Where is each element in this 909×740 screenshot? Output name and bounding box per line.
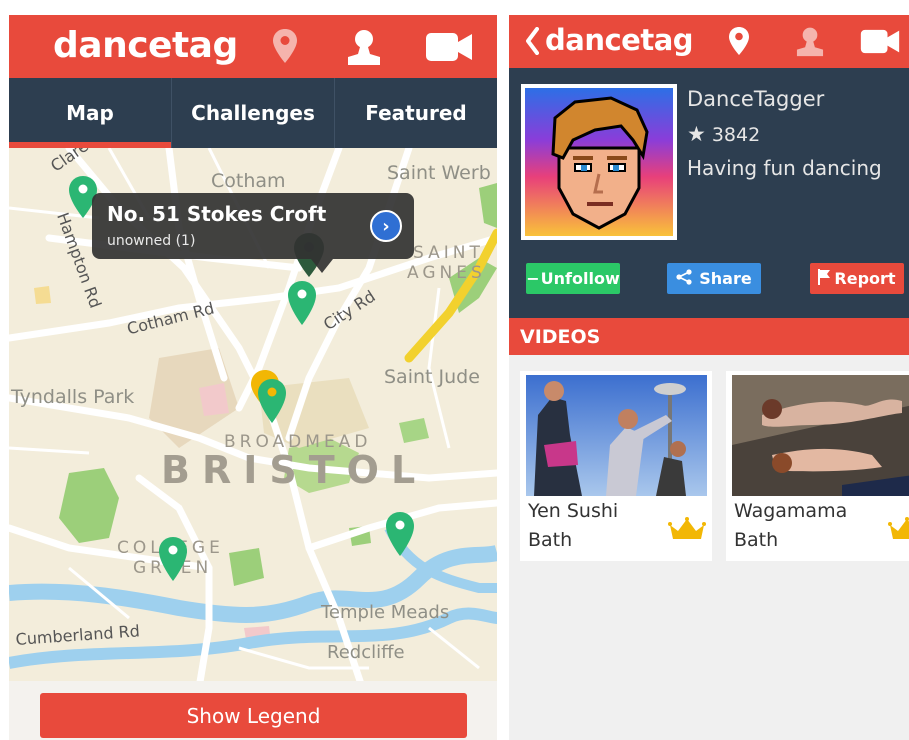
map-label-redcliffe: Redcliffe (327, 642, 405, 663)
video-camera-icon[interactable] (425, 32, 473, 66)
star-count: 3842 (711, 124, 761, 146)
star-icon: ★ (687, 122, 706, 146)
crown-icon (888, 517, 909, 545)
map-label-saint-jude: Saint Jude (384, 366, 480, 388)
profile-screen: dancetag DanceTagger ★ 3842 Having fun d… (509, 15, 909, 740)
map-label-saint: SAINT (413, 243, 484, 263)
map-label-temple-meads: Temple Meads (321, 602, 450, 623)
map-callout[interactable]: No. 51 Stokes Croft unowned (1) › (92, 193, 414, 259)
map-label-saint-werb: Saint Werb (387, 162, 491, 184)
tab-challenges[interactable]: Challenges (172, 78, 335, 148)
user-icon[interactable] (795, 26, 825, 61)
video-title: Yen Sushi (528, 500, 619, 522)
profile-stars: ★ 3842 (687, 122, 760, 146)
callout-subtitle: unowned (1) (107, 233, 196, 249)
user-icon[interactable] (346, 28, 382, 70)
share-button[interactable]: Share (667, 263, 761, 294)
callout-title: No. 51 Stokes Croft (107, 202, 327, 226)
video-title: Wagamama (734, 500, 848, 522)
minus-icon: − (526, 269, 540, 288)
share-icon (676, 268, 692, 289)
unfollow-button[interactable]: − Unfollow (526, 263, 620, 294)
app-header: dancetag (9, 15, 497, 78)
unfollow-label: Unfollow (540, 269, 620, 288)
avatar[interactable] (521, 84, 677, 240)
crown-icon (668, 517, 706, 545)
video-card[interactable]: Wagamama Bath (726, 371, 909, 561)
profile-card: DanceTagger ★ 3842 Having fun dancing − Un… (509, 68, 909, 318)
map-screen: dancetag Map Challenges Featured Hampton… (9, 15, 497, 740)
report-label: Report (834, 269, 896, 288)
map-pin[interactable] (158, 536, 188, 586)
tab-map[interactable]: Map (9, 78, 172, 148)
map-label-cotham: Cotham (211, 170, 286, 192)
video-card[interactable]: Yen Sushi Bath (520, 371, 712, 561)
map-label-bristol: BRISTOL (161, 448, 428, 492)
chevron-right-icon[interactable]: › (370, 210, 402, 242)
callout-tail (311, 259, 333, 273)
tab-bar: Map Challenges Featured (9, 78, 497, 148)
video-thumbnail[interactable] (526, 375, 707, 496)
location-pin-icon[interactable] (272, 28, 298, 68)
map-pin[interactable] (385, 511, 415, 561)
app-header: dancetag (509, 15, 909, 68)
map-label-agnes: AGNES (407, 263, 486, 283)
tab-featured[interactable]: Featured (335, 78, 497, 148)
video-location: Bath (528, 529, 573, 551)
share-label: Share (699, 269, 752, 288)
brand-logo[interactable]: dancetag (53, 25, 238, 66)
back-chevron-icon[interactable] (525, 27, 539, 59)
map-pin[interactable] (257, 378, 287, 428)
report-button[interactable]: Report (810, 263, 904, 294)
show-legend-button[interactable]: Show Legend (40, 693, 467, 738)
brand-logo[interactable]: dancetag (545, 23, 694, 57)
map-label-tyndalls-park: Tyndalls Park (11, 386, 135, 408)
videos-header: VIDEOS (509, 318, 909, 355)
legend-bar: Show Legend (9, 681, 497, 740)
video-location: Bath (734, 529, 779, 551)
profile-bio: Having fun dancing (687, 156, 882, 180)
flag-icon (818, 268, 831, 289)
screenshot-collage: dancetag Map Challenges Featured Hampton… (0, 0, 909, 740)
map-pin[interactable] (287, 280, 317, 330)
video-thumbnail[interactable] (732, 375, 909, 496)
location-pin-icon[interactable] (728, 26, 750, 60)
profile-username: DanceTagger (687, 87, 825, 111)
video-camera-icon[interactable] (860, 29, 900, 58)
